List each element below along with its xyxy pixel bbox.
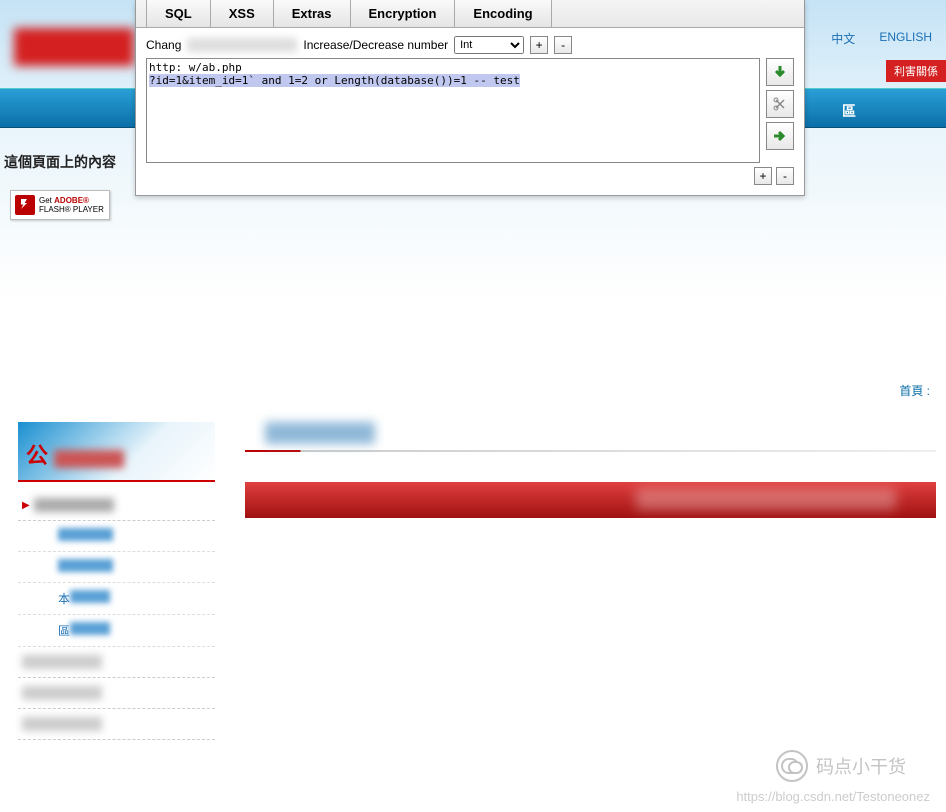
watermark-text: 码点小干货 xyxy=(816,753,906,779)
sidebar-subitem[interactable]: 本 xyxy=(18,583,215,615)
sidebar-header: 公 xyxy=(18,422,215,482)
lang-zh-link[interactable]: 中文 xyxy=(831,30,855,47)
content-red-bar xyxy=(245,482,936,518)
add-button[interactable]: + xyxy=(754,167,772,185)
sidebar-subitem[interactable] xyxy=(18,521,215,552)
bottom-buttons: + - xyxy=(136,163,804,185)
tab-encoding[interactable]: Encoding xyxy=(455,0,551,27)
tab-xss[interactable]: XSS xyxy=(211,0,274,27)
remove-button[interactable]: - xyxy=(776,167,794,185)
change-label: Chang xyxy=(146,38,181,52)
url-watermark: https://blog.csdn.net/Testoneonez xyxy=(736,789,930,804)
nav-label: 區 xyxy=(842,101,856,121)
load-url-button[interactable] xyxy=(766,58,794,86)
sidebar-item[interactable] xyxy=(18,647,215,678)
increase-button[interactable]: + xyxy=(530,36,548,54)
tab-extras[interactable]: Extras xyxy=(274,0,351,27)
arrow-right-icon xyxy=(772,128,788,144)
sidebar-header-blurred xyxy=(54,450,124,468)
sidebar-subitem[interactable] xyxy=(18,552,215,583)
flash-text: Get ADOBE®FLASH® PLAYER xyxy=(39,196,104,214)
scissors-icon xyxy=(772,96,788,112)
sidebar-item[interactable]: ▶ xyxy=(18,490,215,521)
wechat-watermark: 码点小干货 xyxy=(776,750,906,782)
site-logo-blurred xyxy=(14,28,134,66)
language-switcher: 中文 ENGLISH xyxy=(831,30,932,47)
decrease-button[interactable]: - xyxy=(554,36,572,54)
flash-icon xyxy=(15,195,35,215)
execute-button[interactable] xyxy=(766,122,794,150)
hackbar-panel: SQL XSS Extras Encryption Encoding Chang… xyxy=(135,0,805,196)
sidebar: 公 ▶ 本 區 xyxy=(0,410,225,812)
red-badge[interactable]: 利害關係 xyxy=(886,60,946,82)
number-type-select[interactable]: Int xyxy=(454,36,524,54)
wechat-icon xyxy=(776,750,808,782)
flash-player-badge[interactable]: Get ADOBE®FLASH® PLAYER xyxy=(10,190,110,220)
url-textarea[interactable]: http: w/ab.php?id=1&item_id=1` and 1=2 o… xyxy=(146,58,760,163)
sidebar-header-char: 公 xyxy=(26,438,48,470)
control-row: Chang Increase/Decrease number Int + - xyxy=(136,28,804,58)
side-buttons xyxy=(766,58,794,163)
redbar-blurred xyxy=(636,488,896,510)
tab-encryption[interactable]: Encryption xyxy=(351,0,456,27)
main-title-blurred xyxy=(265,422,375,444)
lang-en-link[interactable]: ENGLISH xyxy=(879,30,932,47)
sidebar-item-blurred xyxy=(34,498,114,512)
title-underline xyxy=(245,450,936,452)
sidebar-subitem[interactable]: 區 xyxy=(18,615,215,647)
panel-body: http: w/ab.php?id=1&item_id=1` and 1=2 o… xyxy=(136,58,804,163)
tab-sql[interactable]: SQL xyxy=(146,0,211,27)
split-url-button[interactable] xyxy=(766,90,794,118)
sidebar-item[interactable] xyxy=(18,678,215,709)
arrow-down-icon xyxy=(772,64,788,80)
blurred-control xyxy=(187,38,297,52)
page-subtext: 這個頁面上的內容 xyxy=(4,152,116,172)
incdec-label: Increase/Decrease number xyxy=(303,38,448,52)
arrow-icon: ▶ xyxy=(22,500,30,511)
sidebar-item[interactable] xyxy=(18,709,215,740)
tab-bar: SQL XSS Extras Encryption Encoding xyxy=(136,0,804,28)
breadcrumb[interactable]: 首頁 : xyxy=(899,382,930,399)
